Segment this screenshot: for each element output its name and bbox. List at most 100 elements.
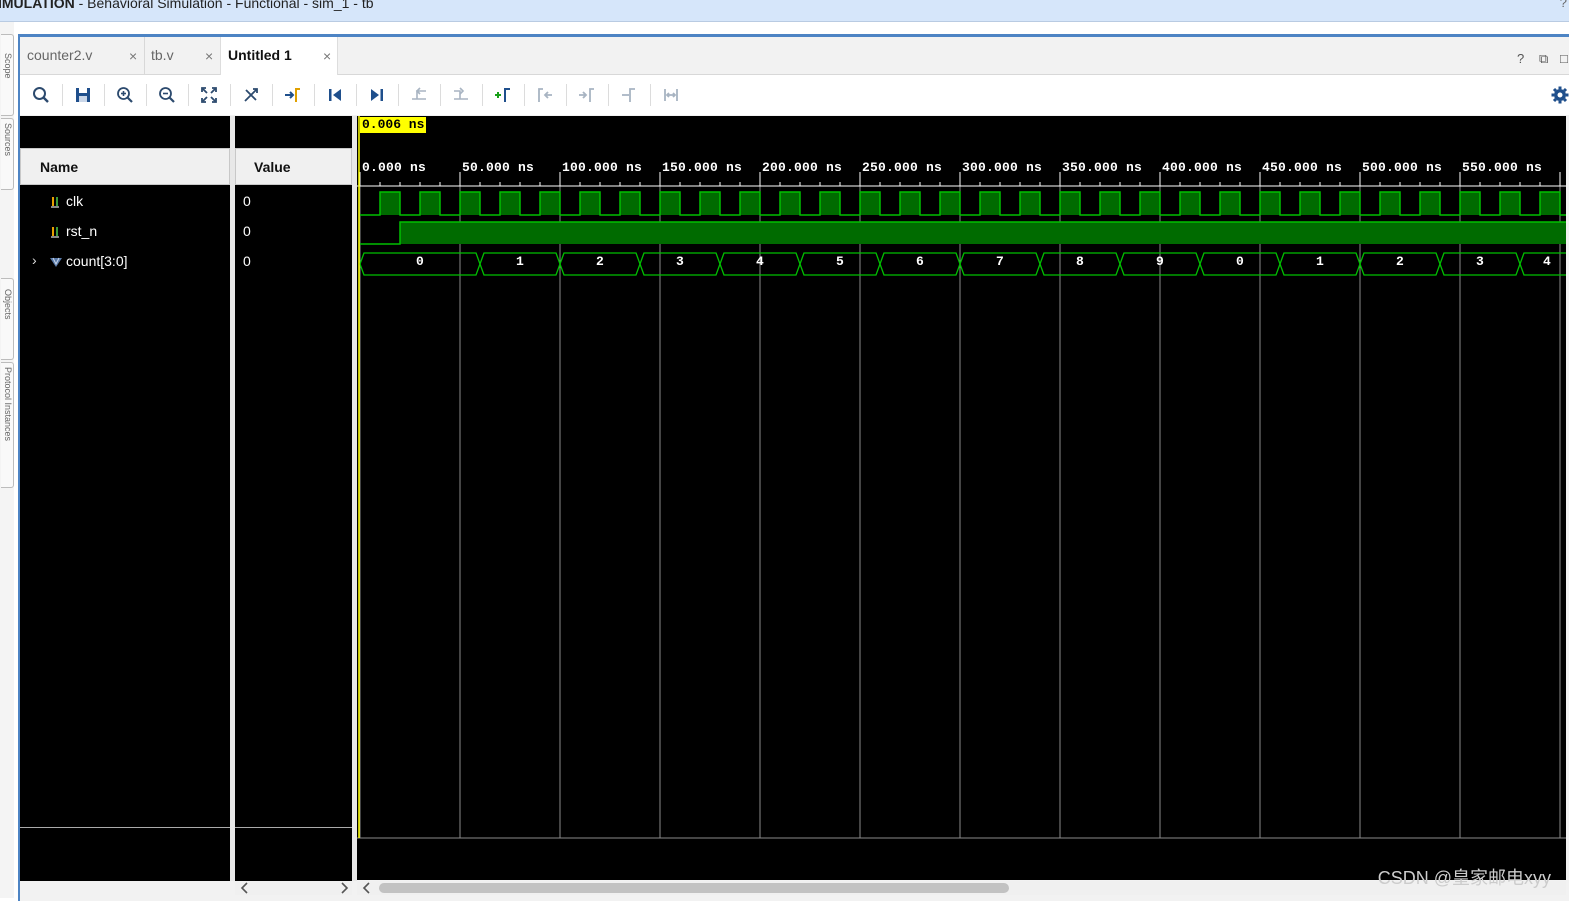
clk-high-fill xyxy=(780,192,800,215)
time-tick-label: 350.000 ns xyxy=(1062,160,1143,175)
close-icon[interactable]: × xyxy=(129,48,137,64)
side-tab-sources[interactable]: Sources xyxy=(1,118,14,190)
signal-name: rst_n xyxy=(66,223,98,239)
clk-high-fill xyxy=(820,192,840,215)
side-tab-objects[interactable]: Objects xyxy=(1,278,14,360)
swap-cursors-icon[interactable] xyxy=(616,82,642,108)
side-tab-scope[interactable]: Scope xyxy=(1,34,14,116)
clk-high-fill xyxy=(620,192,640,215)
cursor-marker-span-icon[interactable] xyxy=(658,82,684,108)
time-tick-label: 300.000 ns xyxy=(962,160,1043,175)
count-bus-value: 5 xyxy=(836,254,844,269)
waveform-canvas[interactable] xyxy=(357,116,1566,880)
close-icon[interactable]: × xyxy=(323,48,331,64)
clk-high-fill xyxy=(460,192,480,215)
clk-high-fill xyxy=(1100,192,1120,215)
clk-high-fill xyxy=(500,192,520,215)
clk-high-fill xyxy=(1500,192,1520,215)
signal-value-count: 0 xyxy=(243,253,251,269)
go-to-cursor-icon[interactable] xyxy=(280,82,306,108)
scroll-right-icon[interactable] xyxy=(338,882,350,894)
go-to-time-zero-icon[interactable] xyxy=(322,82,348,108)
rst-n-high-fill xyxy=(400,222,1566,244)
value-column-header[interactable]: Value xyxy=(235,148,352,185)
watermark: CSDN @皇家邮电xyy xyxy=(1377,868,1551,888)
clk-high-fill xyxy=(660,192,680,215)
signal-name: count[3:0] xyxy=(66,253,128,269)
count-bus-value: 3 xyxy=(1476,254,1484,269)
window-title-bar: IMULATION - Behavioral Simulation - Func… xyxy=(0,0,1569,22)
zoom-out-icon[interactable] xyxy=(154,82,180,108)
signal-value-clk: 0 xyxy=(243,193,251,209)
time-tick-label: 100.000 ns xyxy=(562,160,643,175)
count-bus-value: 3 xyxy=(676,254,684,269)
count-bus-value: 0 xyxy=(1236,254,1244,269)
scroll-left-icon[interactable] xyxy=(239,882,251,894)
clk-high-fill xyxy=(1180,192,1200,215)
time-tick-label: 0.000 ns xyxy=(362,160,427,175)
time-tick-label: 550.000 ns xyxy=(1462,160,1543,175)
count-bus-value: 2 xyxy=(1396,254,1404,269)
add-marker-icon[interactable] xyxy=(490,82,516,108)
count-bus-value: 4 xyxy=(756,254,764,269)
value-panel: Value 0 0 0 xyxy=(235,116,352,881)
close-icon[interactable]: × xyxy=(205,48,213,64)
next-transition-icon[interactable] xyxy=(448,82,474,108)
clk-high-fill xyxy=(420,192,440,215)
clk-high-fill xyxy=(900,192,920,215)
side-tab-protocol-instances[interactable]: Protocol Instances xyxy=(1,362,14,488)
save-icon[interactable] xyxy=(70,82,96,108)
clk-high-fill xyxy=(940,192,960,215)
clk-high-fill xyxy=(1420,192,1440,215)
search-icon[interactable] xyxy=(28,82,54,108)
scalar-signal-icon xyxy=(51,227,59,238)
value-horizontal-scrollbar[interactable] xyxy=(235,881,352,895)
cursor-snap-icon[interactable] xyxy=(238,82,264,108)
clk-high-fill xyxy=(1380,192,1400,215)
go-to-last-time-icon[interactable] xyxy=(364,82,390,108)
time-tick-label: 50.000 ns xyxy=(462,160,535,175)
clk-high-fill xyxy=(860,192,880,215)
scroll-left-icon[interactable] xyxy=(361,882,373,894)
tab-label: tb.v xyxy=(151,47,174,63)
bus-signal-icon xyxy=(50,257,62,267)
scroll-thumb[interactable] xyxy=(379,883,1009,893)
signal-row-clk[interactable]: clk xyxy=(20,187,230,217)
maximize-icon[interactable]: □ xyxy=(1560,51,1568,66)
next-marker-icon[interactable] xyxy=(574,82,600,108)
tab-counter2-v[interactable]: counter2.v × xyxy=(20,37,145,74)
clk-high-fill xyxy=(980,192,1000,215)
zoom-fit-icon[interactable] xyxy=(196,82,222,108)
clk-high-fill xyxy=(1020,192,1040,215)
help-icon[interactable]: ? xyxy=(1517,51,1524,66)
previous-transition-icon[interactable] xyxy=(406,82,432,108)
window-title: IMULATION - Behavioral Simulation - Func… xyxy=(0,0,374,11)
window-help-icon[interactable]: ? xyxy=(1560,0,1567,10)
restore-icon[interactable]: ⧉ xyxy=(1539,51,1548,67)
clk-high-fill xyxy=(1140,192,1160,215)
previous-marker-icon[interactable] xyxy=(532,82,558,108)
count-bus-value: 1 xyxy=(1316,254,1324,269)
count-bus-value: 6 xyxy=(916,254,924,269)
waveform-toolbar xyxy=(20,75,1569,115)
count-bus-value: 9 xyxy=(1156,254,1164,269)
tab-untitled-1[interactable]: Untitled 1 × xyxy=(220,37,338,75)
signal-value-rst-n: 0 xyxy=(243,223,251,239)
expand-chevron-icon[interactable]: › xyxy=(32,252,37,268)
zoom-in-icon[interactable] xyxy=(112,82,138,108)
name-column-header[interactable]: Name xyxy=(20,148,230,185)
clk-high-fill xyxy=(1060,192,1080,215)
signal-row-count[interactable]: › count[3:0] xyxy=(20,247,230,277)
panel-divider xyxy=(20,827,230,828)
cursor-time-label: 0.006 ns xyxy=(360,117,427,133)
tab-label: Untitled 1 xyxy=(228,47,292,63)
time-tick-label: 500.000 ns xyxy=(1362,160,1443,175)
tab-tb-v[interactable]: tb.v × xyxy=(144,37,221,74)
clk-high-fill xyxy=(380,192,400,215)
waveform-panel[interactable]: 0.000 ns 50.000 ns 100.000 ns 150.000 ns 200… xyxy=(357,116,1566,880)
signal-row-rst-n[interactable]: rst_n xyxy=(20,217,230,247)
time-tick-label: 450.000 ns xyxy=(1262,160,1343,175)
count-bus-value: 1 xyxy=(516,254,524,269)
settings-icon[interactable] xyxy=(1547,82,1569,108)
count-bus-value: 4 xyxy=(1543,254,1551,269)
